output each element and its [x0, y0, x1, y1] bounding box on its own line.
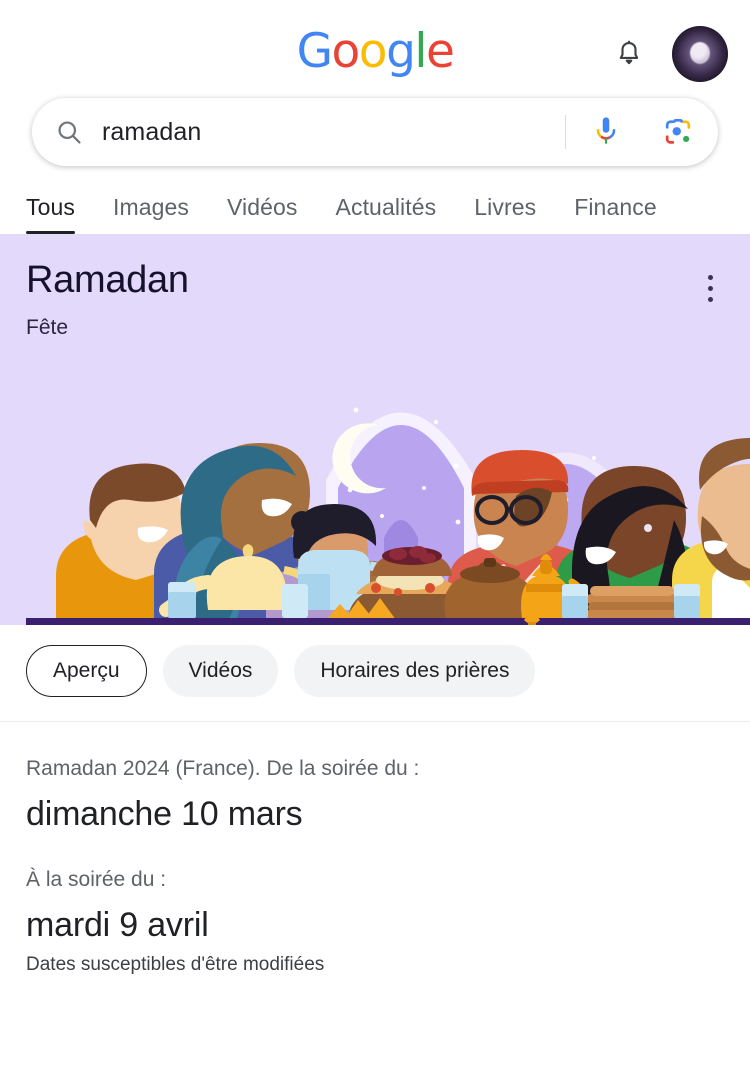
- tab-finance[interactable]: Finance: [574, 194, 657, 234]
- logo-letter-4: l: [414, 24, 427, 79]
- logo-letter-3: g: [386, 24, 416, 79]
- search-divider: [565, 115, 566, 149]
- chip-apercu[interactable]: Aperçu: [26, 644, 147, 697]
- tab-videos[interactable]: Vidéos: [227, 194, 298, 234]
- microphone-icon[interactable]: [584, 110, 628, 154]
- start-date-value: dimanche 10 mars: [26, 795, 303, 834]
- page-title: Ramadan: [26, 259, 189, 301]
- knowledge-panel: Ramadan Fête: [0, 234, 750, 625]
- chip-videos[interactable]: Vidéos: [162, 644, 279, 697]
- header-actions: [612, 26, 728, 82]
- tab-livres[interactable]: Livres: [474, 194, 536, 234]
- logo-letter-1: o: [331, 24, 361, 79]
- google-lens-icon[interactable]: [656, 110, 700, 154]
- entity-type-label: Fête: [26, 315, 69, 339]
- search-section: [0, 98, 750, 166]
- tab-tous[interactable]: Tous: [26, 194, 75, 234]
- dates-disclaimer: Dates susceptibles d'être modifiées: [26, 954, 325, 976]
- iftar-family-illustration: [26, 369, 750, 625]
- search-icon: [54, 117, 84, 147]
- panel-chip-row: Aperçu Vidéos Horaires des prières: [0, 624, 750, 722]
- app-header: Google: [0, 0, 750, 96]
- avatar[interactable]: [672, 26, 728, 82]
- bell-icon[interactable]: [612, 34, 646, 74]
- tab-actualites[interactable]: Actualités: [336, 194, 437, 234]
- search-results-page: Google ramadan Tous Images Vidéos Actual…: [0, 0, 750, 1072]
- logo-letter-2: o: [358, 24, 388, 79]
- end-date-label: À la soirée du :: [26, 868, 167, 892]
- more-options-icon[interactable]: [696, 268, 724, 308]
- facts-section: Ramadan 2024 (France). De la soirée du :…: [0, 722, 750, 976]
- tab-images[interactable]: Images: [113, 194, 189, 234]
- end-date-value: mardi 9 avril: [26, 906, 209, 945]
- google-logo[interactable]: Google: [296, 24, 455, 79]
- logo-letter-5: e: [425, 24, 455, 79]
- search-input[interactable]: [98, 117, 547, 147]
- facts-spacer: [26, 835, 724, 865]
- search-tabs: Tous Images Vidéos Actualités Livres Fin…: [0, 166, 750, 234]
- start-date-label: Ramadan 2024 (France). De la soirée du :: [26, 756, 420, 780]
- chip-horaires-des-prieres[interactable]: Horaires des prières: [294, 644, 536, 697]
- logo-letter-0: G: [296, 24, 333, 79]
- search-bar[interactable]: [32, 98, 718, 166]
